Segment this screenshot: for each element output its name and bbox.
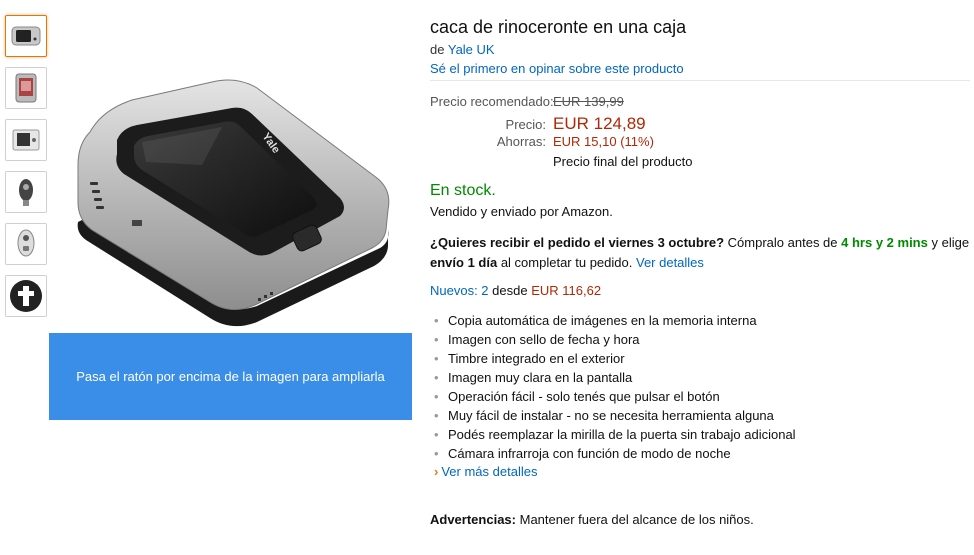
final-price-row: Precio final del producto bbox=[430, 154, 692, 174]
stock-status: En stock. bbox=[430, 182, 496, 199]
list-item: Copia automática de imágenes en la memor… bbox=[430, 311, 796, 330]
write-review-link[interactable]: Sé el primero en opinar sobre este produ… bbox=[430, 61, 684, 76]
list-item: Imagen con sello de fecha y hora bbox=[430, 330, 796, 349]
thumbnail-strip bbox=[5, 15, 47, 327]
list-item: Cámara infrarroja con función de modo de… bbox=[430, 444, 796, 463]
list-price-row: Precio recomendado: EUR 139,99 bbox=[430, 94, 692, 114]
zoom-hint-banner: Pasa el ratón por encima de la imagen pa… bbox=[49, 333, 412, 420]
warning: Advertencias: Mantener fuera del alcance… bbox=[430, 512, 754, 527]
more-details-link[interactable]: Ver más detalles bbox=[441, 464, 537, 479]
price-label: Precio: bbox=[505, 117, 546, 132]
delivery-details-link[interactable]: Ver detalles bbox=[636, 255, 704, 270]
product-image[interactable]: Yale bbox=[62, 70, 402, 330]
chevron-right-icon: › bbox=[434, 464, 439, 479]
byline: de Yale UK bbox=[430, 42, 495, 57]
new-offers: Nuevos: 2 desde EUR 116,62 bbox=[430, 283, 601, 298]
brand-link[interactable]: Yale UK bbox=[448, 42, 495, 57]
price-row: Precio: EUR 124,89 bbox=[430, 114, 692, 134]
delivery-order-before: Cómpralo antes de bbox=[727, 235, 838, 250]
more-details[interactable]: › Ver más detalles bbox=[434, 464, 537, 479]
delivery-and-choose: y elige bbox=[931, 235, 970, 250]
new-offers-link[interactable]: Nuevos: 2 bbox=[430, 283, 489, 298]
feature-list: Copia automática de imágenes en la memor… bbox=[430, 311, 796, 463]
from-label: desde bbox=[492, 283, 528, 298]
thumbnail-5[interactable] bbox=[5, 223, 47, 265]
from-price: EUR 116,62 bbox=[531, 283, 602, 298]
savings-row: Ahorras: EUR 15,10 (11%) bbox=[430, 134, 692, 154]
list-item: Podés reemplazar la mirilla de la puerta… bbox=[430, 425, 796, 444]
sold-by: Vendido y enviado por Amazon. bbox=[430, 204, 613, 219]
thumbnail-6[interactable] bbox=[5, 275, 47, 317]
thumbnail-1[interactable] bbox=[5, 15, 47, 57]
price-table: Precio recomendado: EUR 139,99 Precio: E… bbox=[430, 94, 692, 174]
thumbnail-3[interactable] bbox=[5, 119, 47, 161]
thumbnail-4[interactable] bbox=[5, 171, 47, 213]
thumbnail-2[interactable] bbox=[5, 67, 47, 109]
delivery-message: ¿Quieres recibir el pedido el viernes 3 … bbox=[430, 233, 970, 273]
product-title: caca de rinoceronte en una caja bbox=[430, 17, 687, 37]
list-item: Timbre integrado en el exterior bbox=[430, 349, 796, 368]
list-item: Muy fácil de instalar - no se necesita h… bbox=[430, 406, 796, 425]
zoom-hint-text: Pasa el ratón por encima de la imagen pa… bbox=[76, 369, 385, 384]
warning-text: Mantener fuera del alcance de los niños. bbox=[519, 512, 754, 527]
divider bbox=[430, 80, 970, 81]
by-prefix: de bbox=[430, 42, 445, 57]
list-item: Operación fácil - solo tenés que pulsar … bbox=[430, 387, 796, 406]
delivery-question: ¿Quieres recibir el pedido el viernes 3 … bbox=[430, 235, 725, 250]
savings-label: Ahorras: bbox=[496, 134, 546, 149]
delivery-countdown: 4 hrs y 2 mins bbox=[841, 235, 928, 250]
delivery-at-checkout: al completar tu pedido. bbox=[500, 255, 633, 270]
final-price-note: Precio final del producto bbox=[553, 154, 693, 169]
list-item: Imagen muy clara en la pantalla bbox=[430, 368, 796, 387]
warning-label: Advertencias: bbox=[430, 512, 516, 527]
current-price: EUR 124,89 bbox=[553, 114, 646, 133]
list-price: EUR 139,99 bbox=[553, 94, 624, 109]
list-price-label: Precio recomendado: bbox=[430, 94, 554, 109]
savings-amount: EUR 15,10 (11%) bbox=[553, 134, 654, 149]
delivery-option: envío 1 día bbox=[430, 255, 498, 270]
product-page: Yale Pasa el ratón por encima de la imag… bbox=[0, 0, 974, 555]
